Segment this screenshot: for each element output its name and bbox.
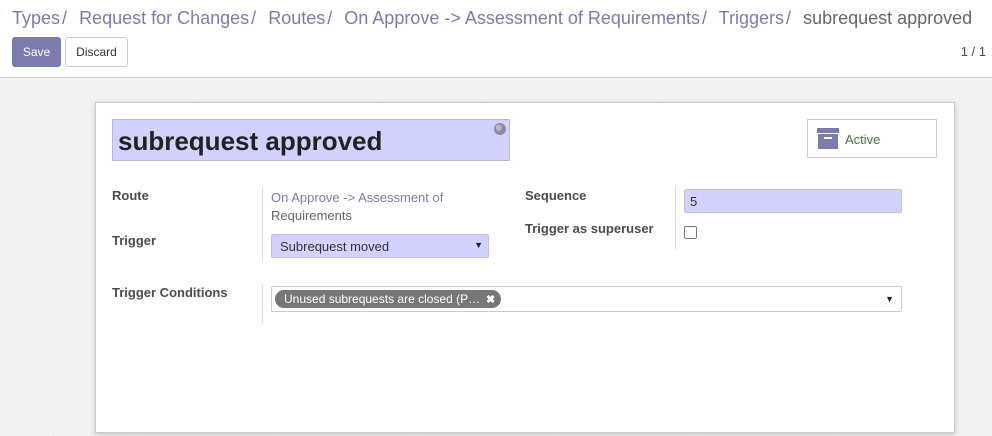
- breadcrumb-item-types[interactable]: Types: [12, 8, 60, 28]
- trigger-as-superuser-checkbox[interactable]: [684, 226, 697, 239]
- sequence-label: Sequence: [525, 188, 587, 203]
- trigger-select[interactable]: Subrequest moved ▼: [271, 234, 489, 258]
- divider: [675, 187, 676, 250]
- name-field[interactable]: subrequest approved: [112, 119, 510, 161]
- condition-tag[interactable]: Unused subrequests are closed (P… ✖: [275, 290, 502, 308]
- globe-icon[interactable]: [494, 123, 506, 135]
- caret-down-icon[interactable]: ▼: [885, 294, 894, 304]
- control-panel: Types / Request for Changes / Routes / On A…: [0, 0, 992, 78]
- breadcrumb-separator: /: [701, 8, 707, 28]
- active-toggle-button[interactable]: Active: [807, 119, 937, 158]
- caret-down-icon: ▼: [474, 240, 483, 250]
- breadcrumb: Types / Request for Changes / Routes / On A…: [12, 8, 972, 29]
- trigger-as-superuser-label: Trigger as superuser: [525, 221, 654, 236]
- breadcrumb-separator: /: [786, 8, 792, 28]
- close-icon[interactable]: ✖: [486, 293, 495, 306]
- discard-button[interactable]: Discard: [65, 37, 128, 67]
- archive-icon: [817, 128, 839, 150]
- route-link[interactable]: On Approve -> Assessment of: [271, 189, 481, 207]
- divider: [262, 187, 263, 263]
- trigger-label: Trigger: [112, 233, 157, 248]
- breadcrumb-separator: /: [62, 8, 68, 28]
- route-link-line2: Requirements: [271, 208, 352, 223]
- condition-tag-label: Unused subrequests are closed (P…: [284, 292, 481, 306]
- breadcrumb-item-triggers[interactable]: Triggers: [719, 8, 784, 28]
- breadcrumb-item-routes[interactable]: Routes: [268, 8, 325, 28]
- save-button[interactable]: Save: [12, 37, 61, 67]
- sequence-value: 5: [690, 194, 698, 209]
- trigger-conditions-input[interactable]: Unused subrequests are closed (P… ✖ ▼: [271, 286, 902, 312]
- breadcrumb-item-route[interactable]: On Approve -> Assessment of Requirements: [344, 8, 700, 28]
- trigger-conditions-label: Trigger Conditions: [112, 285, 228, 300]
- breadcrumb-separator: /: [327, 8, 333, 28]
- active-label: Active: [845, 132, 881, 147]
- pager[interactable]: 1 / 1: [961, 44, 986, 59]
- form-sheet: subrequest approved Active Route Trigger…: [95, 102, 955, 433]
- breadcrumb-separator: /: [251, 8, 257, 28]
- divider: [262, 284, 263, 324]
- route-value[interactable]: On Approve -> Assessment of Requirements: [271, 189, 481, 225]
- name-value: subrequest approved: [118, 126, 383, 156]
- trigger-select-value: Subrequest moved: [280, 239, 390, 254]
- route-label: Route: [112, 188, 149, 203]
- breadcrumb-item-request-for-changes[interactable]: Request for Changes: [79, 8, 249, 28]
- breadcrumb-current: subrequest approved: [803, 8, 973, 28]
- sequence-input[interactable]: 5: [684, 189, 902, 213]
